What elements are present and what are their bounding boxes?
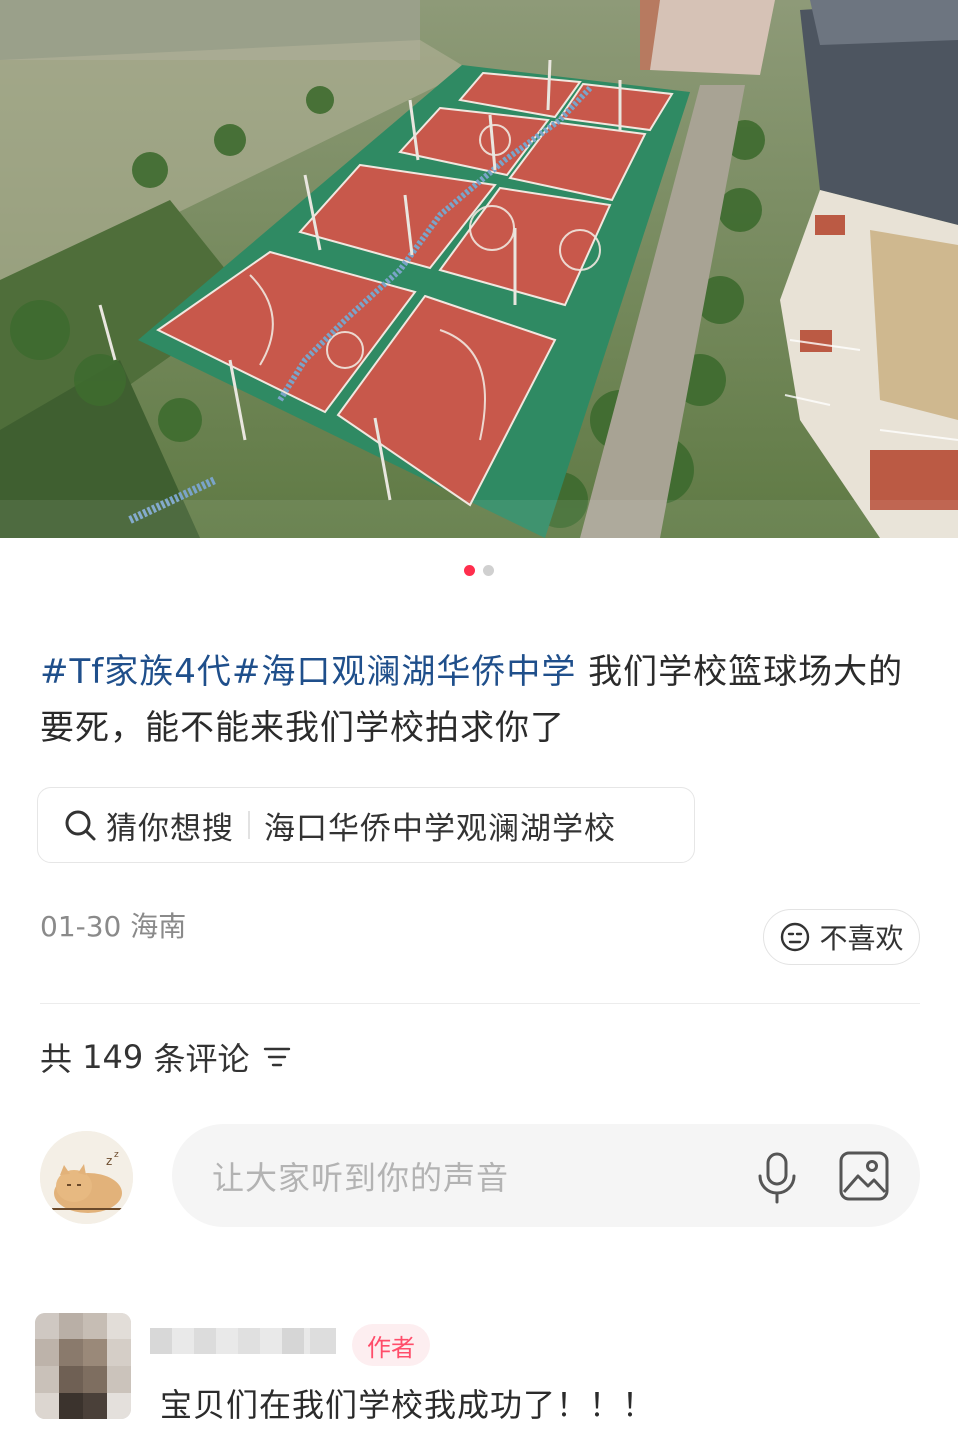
author-badge: 作者: [352, 1324, 430, 1366]
blurred-avatar-image: [35, 1313, 131, 1419]
post-date: 01-30: [40, 910, 122, 943]
svg-text:z: z: [114, 1150, 119, 1160]
search-icon: [65, 810, 96, 841]
post-location: 海南: [130, 910, 187, 943]
section-divider: [40, 1003, 920, 1004]
neutral-face-icon: [781, 922, 810, 952]
my-avatar[interactable]: z z: [40, 1131, 133, 1224]
comment-input-placeholder: 让大家听到你的声音: [212, 1158, 510, 1197]
guess-search-chip[interactable]: 猜你想搜 海口华侨中学观澜湖学校: [37, 787, 695, 863]
carousel-dot-active[interactable]: [464, 565, 475, 576]
cat-avatar-icon: z z: [40, 1131, 133, 1224]
guess-label: 猜你想搜: [106, 810, 234, 847]
dislike-label: 不喜欢: [819, 922, 904, 955]
svg-text:z: z: [106, 1154, 112, 1168]
dislike-button[interactable]: 不喜欢: [763, 909, 920, 965]
post-meta: 01-30 海南: [40, 905, 186, 945]
carousel-indicator: [0, 565, 958, 576]
comments-header: 共 149 条评论: [40, 1034, 291, 1080]
author-badge-label: 作者: [367, 1333, 415, 1362]
sort-filter-icon[interactable]: [263, 1044, 291, 1070]
blurred-username[interactable]: [150, 1326, 336, 1356]
comments-count: 149: [82, 1038, 144, 1076]
guess-query: 海口华侨中学观澜湖学校: [264, 810, 616, 847]
commenter-avatar[interactable]: [35, 1313, 131, 1419]
comment-text: 宝贝们在我们学校我成功了！！！: [160, 1386, 656, 1424]
post-photo[interactable]: [0, 0, 958, 538]
divider: [248, 811, 250, 839]
image-icon[interactable]: [838, 1150, 890, 1202]
carousel-dot[interactable]: [483, 565, 494, 576]
comments-prefix: 共: [40, 1040, 73, 1078]
comment-input[interactable]: 让大家听到你的声音: [172, 1124, 920, 1227]
post-hashtags[interactable]: #Tf家族4代#海口观澜湖华侨中学: [40, 652, 576, 692]
basketball-courts-aerial-image: [0, 0, 958, 538]
comments-suffix: 条评论: [153, 1040, 250, 1078]
post-content: #Tf家族4代#海口观澜湖华侨中学 我们学校篮球场大的要死，能不能来我们学校拍求…: [40, 644, 920, 756]
microphone-icon[interactable]: [754, 1150, 800, 1206]
